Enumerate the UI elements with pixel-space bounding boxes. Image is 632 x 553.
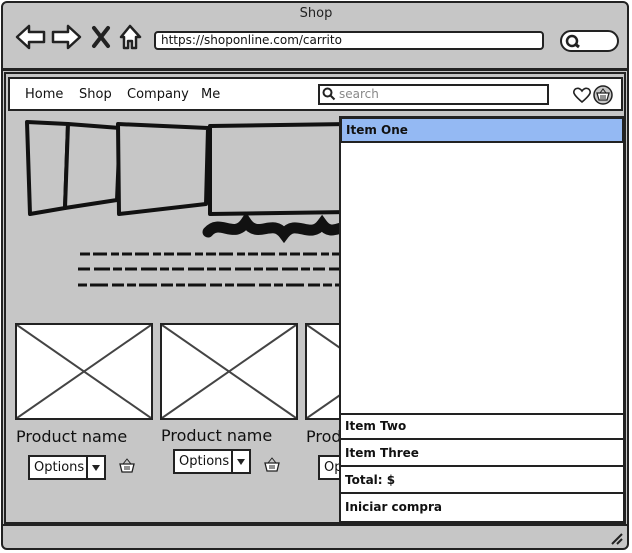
hero-banner-image bbox=[25, 120, 350, 287]
home-icon[interactable] bbox=[119, 24, 142, 50]
browser-nav-controls bbox=[15, 24, 142, 50]
window-title: Shop bbox=[299, 6, 333, 21]
toolbar-divider bbox=[3, 68, 627, 71]
search-icon bbox=[322, 87, 336, 101]
nav-company[interactable]: Company bbox=[127, 87, 189, 102]
product-image bbox=[160, 323, 298, 420]
options-label: Options bbox=[179, 454, 230, 469]
nav-me[interactable]: Me bbox=[201, 87, 220, 102]
cart-basket-icon[interactable] bbox=[593, 85, 613, 105]
resize-grip-icon[interactable] bbox=[610, 532, 624, 546]
nav-home[interactable]: Home bbox=[25, 87, 63, 102]
product-name: Product name bbox=[161, 426, 273, 445]
address-bar[interactable]: https://shoponline.com/carrito bbox=[154, 31, 544, 50]
nav-shop[interactable]: Shop bbox=[79, 87, 112, 102]
basket-icon[interactable] bbox=[264, 457, 280, 473]
options-select[interactable]: Options bbox=[28, 455, 106, 480]
product-name: Product name bbox=[16, 427, 128, 446]
stop-icon[interactable] bbox=[92, 26, 110, 48]
search-placeholder: search bbox=[339, 87, 379, 101]
cart-item[interactable]: Item Two bbox=[341, 415, 623, 440]
cart-item-selected[interactable]: Item One bbox=[340, 117, 624, 143]
options-select[interactable]: Options bbox=[318, 455, 341, 480]
product-name: Product name bbox=[306, 427, 340, 446]
status-bar-divider bbox=[3, 524, 627, 526]
forward-icon[interactable] bbox=[51, 24, 82, 50]
options-select[interactable]: Options bbox=[173, 449, 251, 474]
heart-icon[interactable] bbox=[572, 86, 592, 104]
search-icon bbox=[565, 34, 580, 49]
chevron-down-icon bbox=[86, 457, 104, 478]
basket-icon[interactable] bbox=[119, 458, 135, 474]
product-image bbox=[15, 323, 153, 420]
cart-total: Total: $ bbox=[341, 469, 623, 494]
checkout-button[interactable]: Iniciar compra bbox=[341, 496, 623, 521]
browser-search-button[interactable] bbox=[560, 30, 619, 52]
back-icon[interactable] bbox=[15, 24, 46, 50]
options-label: Options bbox=[34, 460, 85, 475]
chevron-down-icon bbox=[231, 451, 249, 472]
cart-item[interactable]: Item Three bbox=[341, 442, 623, 467]
